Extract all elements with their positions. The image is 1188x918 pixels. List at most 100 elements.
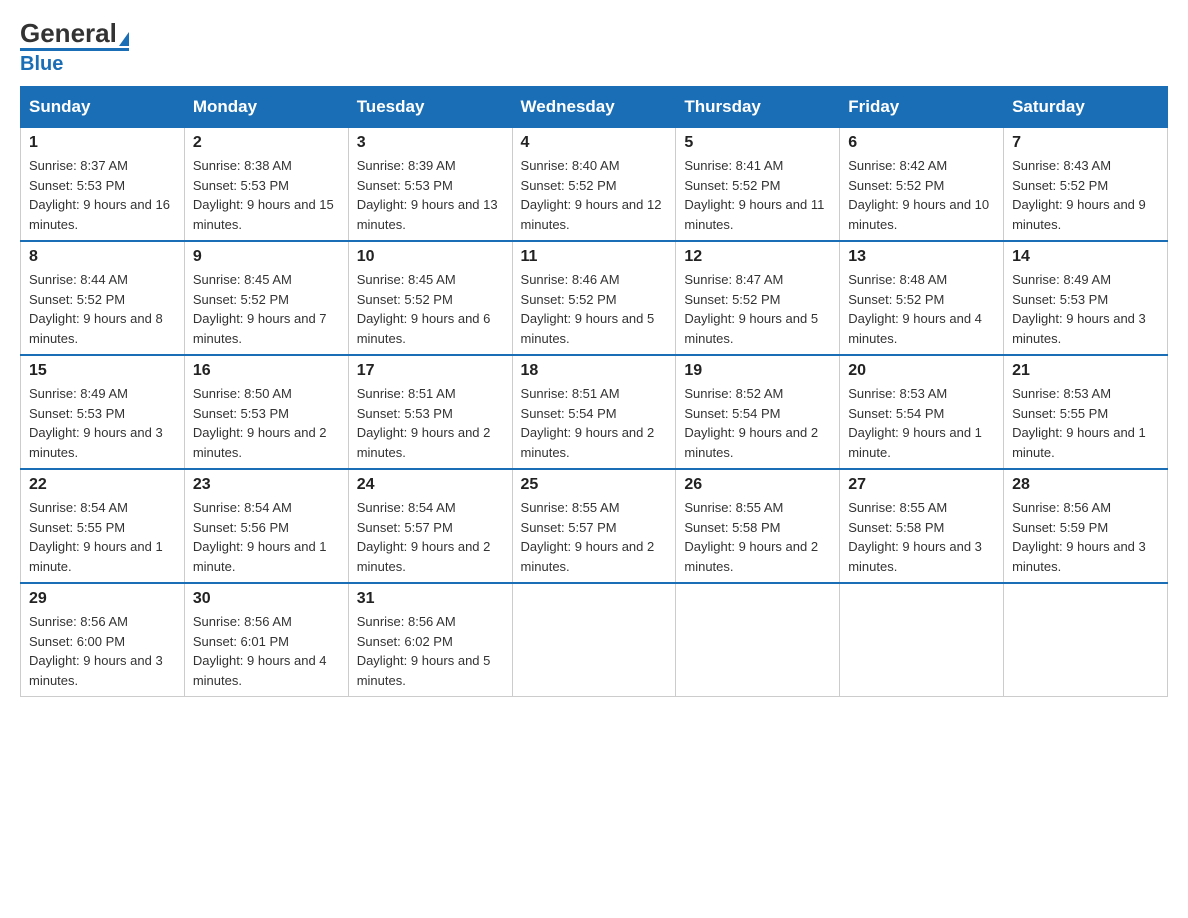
- calendar-header: SundayMondayTuesdayWednesdayThursdayFrid…: [21, 87, 1168, 128]
- day-number: 14: [1012, 248, 1159, 266]
- day-info: Sunrise: 8:54 AMSunset: 5:57 PMDaylight:…: [357, 498, 504, 576]
- day-info: Sunrise: 8:45 AMSunset: 5:52 PMDaylight:…: [357, 270, 504, 348]
- day-cell-23: 23Sunrise: 8:54 AMSunset: 5:56 PMDayligh…: [184, 469, 348, 583]
- day-number: 31: [357, 590, 504, 608]
- header-day-monday: Monday: [184, 87, 348, 128]
- day-cell-1: 1Sunrise: 8:37 AMSunset: 5:53 PMDaylight…: [21, 128, 185, 242]
- week-row-5: 29 Sunrise: 8:56 AMSunset: 6:00 PMDayligh…: [21, 583, 1168, 697]
- week-row-3: 15 Sunrise: 8:49 AMSunset: 5:53 PMDayligh…: [21, 355, 1168, 469]
- day-number: 2: [193, 134, 340, 152]
- day-info: Sunrise: 8:38 AMSunset: 5:53 PMDaylight:…: [193, 156, 340, 234]
- day-number: 19: [684, 362, 831, 380]
- day-info: Sunrise: 8:48 AMSunset: 5:52 PMDaylight:…: [848, 270, 995, 348]
- day-cell-15: 15 Sunrise: 8:49 AMSunset: 5:53 PMDayligh…: [21, 355, 185, 469]
- day-cell-19: 19 Sunrise: 8:52 AMSunset: 5:54 PMDayligh…: [676, 355, 840, 469]
- header-day-wednesday: Wednesday: [512, 87, 676, 128]
- day-number: 27: [848, 476, 995, 494]
- week-row-2: 8 Sunrise: 8:44 AMSunset: 5:52 PMDaylight…: [21, 241, 1168, 355]
- day-cell-12: 12 Sunrise: 8:47 AMSunset: 5:52 PMDayligh…: [676, 241, 840, 355]
- day-number: 16: [193, 362, 340, 380]
- logo-triangle-icon: [119, 32, 129, 46]
- day-number: 18: [521, 362, 668, 380]
- day-number: 4: [521, 134, 668, 152]
- day-number: 22: [29, 476, 176, 494]
- day-cell-8: 8 Sunrise: 8:44 AMSunset: 5:52 PMDaylight…: [21, 241, 185, 355]
- day-cell-20: 20 Sunrise: 8:53 AMSunset: 5:54 PMDayligh…: [840, 355, 1004, 469]
- day-info: Sunrise: 8:43 AMSunset: 5:52 PMDaylight:…: [1012, 156, 1159, 234]
- day-cell-21: 21 Sunrise: 8:53 AMSunset: 5:55 PMDayligh…: [1004, 355, 1168, 469]
- day-number: 10: [357, 248, 504, 266]
- day-cell-16: 16 Sunrise: 8:50 AMSunset: 5:53 PMDayligh…: [184, 355, 348, 469]
- day-info: Sunrise: 8:55 AMSunset: 5:58 PMDaylight:…: [848, 498, 995, 576]
- day-info: Sunrise: 8:54 AMSunset: 5:55 PMDaylight:…: [29, 498, 176, 576]
- day-info: Sunrise: 8:56 AMSunset: 6:01 PMDaylight:…: [193, 612, 340, 690]
- day-info: Sunrise: 8:39 AMSunset: 5:53 PMDaylight:…: [357, 156, 504, 234]
- day-info: Sunrise: 8:56 AMSunset: 6:00 PMDaylight:…: [29, 612, 176, 690]
- day-info: Sunrise: 8:54 AMSunset: 5:56 PMDaylight:…: [193, 498, 340, 576]
- day-number: 15: [29, 362, 176, 380]
- day-info: Sunrise: 8:49 AMSunset: 5:53 PMDaylight:…: [29, 384, 176, 462]
- day-info: Sunrise: 8:53 AMSunset: 5:55 PMDaylight:…: [1012, 384, 1159, 462]
- day-cell-22: 22 Sunrise: 8:54 AMSunset: 5:55 PMDayligh…: [21, 469, 185, 583]
- day-cell-25: 25 Sunrise: 8:55 AMSunset: 5:57 PMDayligh…: [512, 469, 676, 583]
- day-info: Sunrise: 8:56 AMSunset: 5:59 PMDaylight:…: [1012, 498, 1159, 576]
- day-info: Sunrise: 8:55 AMSunset: 5:58 PMDaylight:…: [684, 498, 831, 576]
- header-day-thursday: Thursday: [676, 87, 840, 128]
- day-cell-10: 10 Sunrise: 8:45 AMSunset: 5:52 PMDayligh…: [348, 241, 512, 355]
- day-number: 25: [521, 476, 668, 494]
- day-info: Sunrise: 8:53 AMSunset: 5:54 PMDaylight:…: [848, 384, 995, 462]
- day-cell-5: 5 Sunrise: 8:41 AMSunset: 5:52 PMDaylight…: [676, 128, 840, 242]
- week-row-1: 1Sunrise: 8:37 AMSunset: 5:53 PMDaylight…: [21, 128, 1168, 242]
- logo-blue: Blue: [20, 48, 129, 76]
- day-cell-11: 11Sunrise: 8:46 AMSunset: 5:52 PMDayligh…: [512, 241, 676, 355]
- day-number: 8: [29, 248, 176, 266]
- day-number: 21: [1012, 362, 1159, 380]
- header-day-tuesday: Tuesday: [348, 87, 512, 128]
- day-number: 28: [1012, 476, 1159, 494]
- header-day-friday: Friday: [840, 87, 1004, 128]
- day-info: Sunrise: 8:41 AMSunset: 5:52 PMDaylight:…: [684, 156, 831, 234]
- day-cell-14: 14 Sunrise: 8:49 AMSunset: 5:53 PMDayligh…: [1004, 241, 1168, 355]
- day-number: 26: [684, 476, 831, 494]
- empty-cell: [512, 583, 676, 697]
- logo: General Blue: [20, 20, 129, 76]
- day-cell-29: 29 Sunrise: 8:56 AMSunset: 6:00 PMDayligh…: [21, 583, 185, 697]
- day-number: 29: [29, 590, 176, 608]
- day-number: 20: [848, 362, 995, 380]
- empty-cell: [840, 583, 1004, 697]
- day-cell-3: 3 Sunrise: 8:39 AMSunset: 5:53 PMDaylight…: [348, 128, 512, 242]
- day-cell-26: 26 Sunrise: 8:55 AMSunset: 5:58 PMDayligh…: [676, 469, 840, 583]
- day-info: Sunrise: 8:47 AMSunset: 5:52 PMDaylight:…: [684, 270, 831, 348]
- week-row-4: 22 Sunrise: 8:54 AMSunset: 5:55 PMDayligh…: [21, 469, 1168, 583]
- day-cell-31: 31 Sunrise: 8:56 AMSunset: 6:02 PMDayligh…: [348, 583, 512, 697]
- day-cell-7: 7Sunrise: 8:43 AMSunset: 5:52 PMDaylight…: [1004, 128, 1168, 242]
- day-info: Sunrise: 8:51 AMSunset: 5:54 PMDaylight:…: [521, 384, 668, 462]
- day-info: Sunrise: 8:55 AMSunset: 5:57 PMDaylight:…: [521, 498, 668, 576]
- day-info: Sunrise: 8:45 AMSunset: 5:52 PMDaylight:…: [193, 270, 340, 348]
- day-cell-28: 28 Sunrise: 8:56 AMSunset: 5:59 PMDayligh…: [1004, 469, 1168, 583]
- day-info: Sunrise: 8:49 AMSunset: 5:53 PMDaylight:…: [1012, 270, 1159, 348]
- day-number: 5: [684, 134, 831, 152]
- header-day-saturday: Saturday: [1004, 87, 1168, 128]
- day-info: Sunrise: 8:52 AMSunset: 5:54 PMDaylight:…: [684, 384, 831, 462]
- day-cell-9: 9 Sunrise: 8:45 AMSunset: 5:52 PMDaylight…: [184, 241, 348, 355]
- empty-cell: [676, 583, 840, 697]
- logo-general: General: [20, 20, 129, 46]
- day-info: Sunrise: 8:44 AMSunset: 5:52 PMDaylight:…: [29, 270, 176, 348]
- day-info: Sunrise: 8:40 AMSunset: 5:52 PMDaylight:…: [521, 156, 668, 234]
- header-day-sunday: Sunday: [21, 87, 185, 128]
- day-number: 30: [193, 590, 340, 608]
- day-number: 12: [684, 248, 831, 266]
- day-info: Sunrise: 8:50 AMSunset: 5:53 PMDaylight:…: [193, 384, 340, 462]
- day-info: Sunrise: 8:56 AMSunset: 6:02 PMDaylight:…: [357, 612, 504, 690]
- day-cell-2: 2 Sunrise: 8:38 AMSunset: 5:53 PMDaylight…: [184, 128, 348, 242]
- day-number: 24: [357, 476, 504, 494]
- day-number: 9: [193, 248, 340, 266]
- day-number: 3: [357, 134, 504, 152]
- day-cell-27: 27 Sunrise: 8:55 AMSunset: 5:58 PMDayligh…: [840, 469, 1004, 583]
- header-row: SundayMondayTuesdayWednesdayThursdayFrid…: [21, 87, 1168, 128]
- day-info: Sunrise: 8:51 AMSunset: 5:53 PMDaylight:…: [357, 384, 504, 462]
- page-header: General Blue: [20, 20, 1168, 76]
- calendar-body: 1Sunrise: 8:37 AMSunset: 5:53 PMDaylight…: [21, 128, 1168, 697]
- day-number: 13: [848, 248, 995, 266]
